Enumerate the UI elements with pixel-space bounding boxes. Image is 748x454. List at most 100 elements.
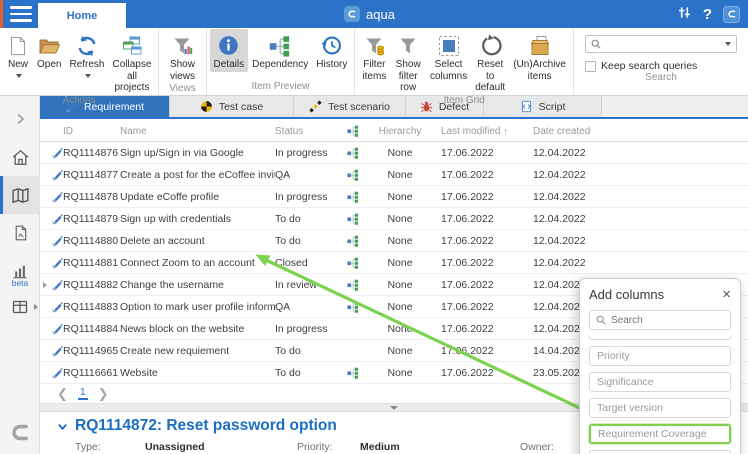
show-filter-row-button[interactable]: Show filter row [390,29,426,95]
show-views-icon [170,32,194,59]
sidebar-item-agile-board[interactable] [0,288,40,326]
dependency-icon [347,367,359,379]
list-item-target-version[interactable]: Target version [589,398,731,418]
about-aqua-button[interactable] [723,6,740,23]
search-history-caret-icon[interactable] [725,42,731,46]
beta-badge: beta [0,278,40,288]
field-label-type: Type: [75,441,101,453]
collapse-chevron-icon[interactable] [57,421,68,432]
filter-items-button[interactable]: Filter items [358,29,390,83]
keep-search-queries-label: Keep search queries [601,60,697,72]
group-label-item-preview: Item Preview [210,81,352,95]
refresh-button[interactable]: Refresh [65,29,108,83]
popup-column-list: Priority Significance Target version Req… [589,335,731,454]
dependency-icon [347,279,359,291]
collapse-all-projects-button[interactable]: Collapse all projects [108,29,155,95]
field-value-priority[interactable]: Medium [360,441,400,453]
ribbon-group-item-grid: Filter items Show filter row Select colu… [355,28,574,95]
column-header-date-created[interactable]: Date created [520,126,615,137]
list-item-significance[interactable]: Significance [589,372,731,392]
flyout-arrow-icon [34,304,38,310]
details-button[interactable]: Details [210,29,249,72]
field-value-type[interactable]: Unassigned [145,441,205,453]
new-document-icon [7,32,29,59]
column-header-last-modified[interactable]: Last modified↑ [435,126,520,137]
collapse-projects-icon [120,32,144,59]
requirement-icon [51,191,63,203]
field-label-owner: Owner: [520,441,554,453]
history-button[interactable]: History [312,29,351,72]
column-header-hierarchy[interactable]: Hierarchy [365,126,435,137]
help-button[interactable]: ? [703,6,712,23]
splitter-handle-icon [390,406,398,410]
ribbon-group-item-preview: Details Dependency History Item Preview [207,28,356,95]
sidebar-item-projects[interactable] [0,176,40,214]
sidebar-item-documents[interactable] [0,214,40,252]
reset-to-default-button[interactable]: Reset to default [471,29,509,95]
requirement-icon [51,279,63,291]
grid-icon [11,298,29,316]
select-columns-button[interactable]: Select columns [426,29,471,83]
table-row[interactable]: RQ1114876Sign up/Sign in via Google In p… [40,142,748,164]
list-item-priority[interactable]: Priority [589,346,731,366]
ribbon-group-actions: New Open Refresh Collapse all projects [0,28,159,95]
next-page-button[interactable]: ❯ [98,387,109,400]
dependency-icon [347,191,359,203]
test-scenario-icon [309,100,322,113]
grid-header-row: ID Name Status Hierarchy Last modified↑ … [40,121,748,142]
table-row[interactable]: RQ1114878Update eCoffe profile In progre… [40,186,748,208]
table-row[interactable]: RQ1114877Create a post for the eCoffee i… [40,164,748,186]
accent-strip [0,0,3,28]
unarchive-items-button[interactable]: (Un)Archive items [509,29,570,83]
main-menu-button[interactable] [10,6,32,22]
ribbon-search-box[interactable] [585,35,737,53]
dependency-icon [347,301,359,313]
group-label-views: Views [162,83,202,97]
popup-search-input[interactable] [611,315,724,326]
dependency-button[interactable]: Dependency [248,29,312,72]
dropdown-caret-icon [16,74,22,78]
dependency-icon [347,125,359,137]
group-label-item-grid: Item Grid [358,95,570,109]
ribbon-group-search: Keep search queries Search [574,28,748,95]
add-columns-popup: Add columns × Priority Significance Targ… [579,278,741,454]
field-label-priority: Priority: [297,441,333,453]
list-item-partial[interactable] [589,335,731,340]
group-label-actions: Actions [3,95,155,109]
sidebar-item-home[interactable] [0,138,40,176]
group-label-search: Search [577,72,745,86]
new-button[interactable]: New [3,29,33,83]
dependency-icon [269,32,291,59]
column-header-name[interactable]: Name [120,126,275,137]
keep-search-queries-checkbox[interactable] [585,61,596,72]
select-columns-icon [437,32,461,59]
close-icon[interactable]: × [722,287,731,302]
sort-ascending-icon: ↑ [503,126,508,136]
requirement-icon [51,367,63,379]
connection-settings-icon[interactable] [677,5,692,23]
list-item-type[interactable]: Type [589,450,731,454]
column-header-id[interactable]: ID [63,126,120,137]
dependency-icon [347,257,359,269]
table-row[interactable]: RQ1114880Delete an account To do None 17… [40,230,748,252]
page-number[interactable]: 1 [78,386,88,400]
show-views-button[interactable]: Show views [162,29,202,83]
ribbon-search-input[interactable] [605,39,719,50]
table-row[interactable]: RQ1114879Sign up with credentials To do … [40,208,748,230]
popup-search-box[interactable] [589,310,731,330]
expand-row-icon[interactable] [43,282,47,288]
test-case-icon [200,100,213,113]
refresh-icon [75,32,99,59]
open-button[interactable]: Open [33,29,65,72]
table-row[interactable]: RQ1114881Connect Zoom to an account Clos… [40,252,748,274]
tab-test-case[interactable]: Test case [170,96,294,117]
filter-row-icon [396,32,420,59]
column-header-status[interactable]: Status [275,126,340,137]
prev-page-button[interactable]: ❮ [57,387,68,400]
titlebar: Home aqua ? [0,0,748,28]
ribbon: New Open Refresh Collapse all projects [0,28,748,96]
column-header-dependency[interactable] [340,125,365,137]
ribbon-tab-home[interactable]: Home [38,3,126,28]
chevron-right-icon [14,113,26,125]
list-item-requirement-coverage[interactable]: Requirement Coverage [589,424,731,444]
